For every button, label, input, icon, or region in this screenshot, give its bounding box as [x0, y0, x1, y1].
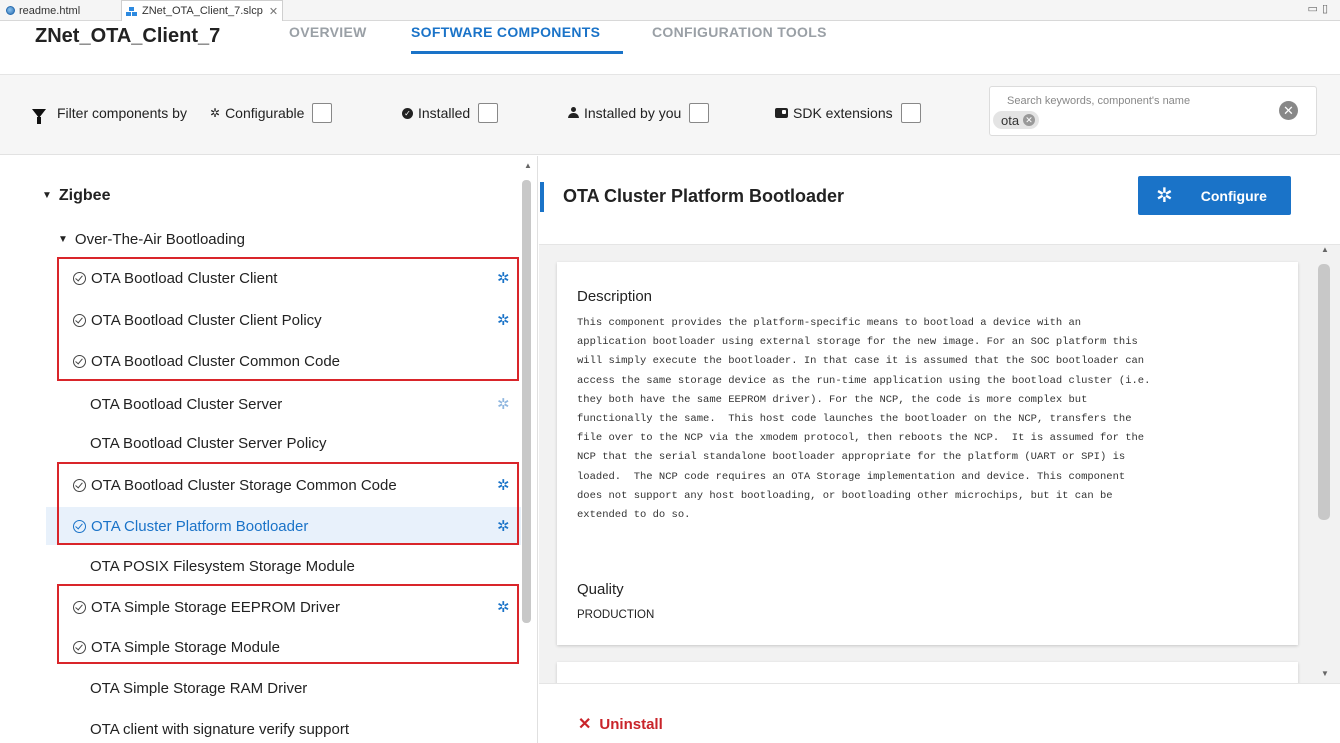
- extension-icon: [775, 108, 788, 118]
- editor-tab-readme[interactable]: readme.html: [2, 0, 84, 21]
- editor-tab-label: ZNet_OTA_Client_7.slcp: [142, 5, 263, 17]
- editor-tab-slcp[interactable]: ZNet_OTA_Client_7.slcp ✕: [121, 0, 284, 21]
- tab-overview[interactable]: OVERVIEW: [289, 24, 367, 40]
- highlight-box: [57, 462, 519, 545]
- scroll-up-icon[interactable]: ▲: [1321, 245, 1329, 254]
- scroll-up-icon[interactable]: ▲: [524, 161, 532, 170]
- active-tab-indicator: [411, 51, 623, 54]
- quality-heading: Quality: [577, 581, 624, 598]
- globe-icon: [6, 6, 15, 15]
- filter-label: Filter components by: [32, 104, 187, 124]
- search-placeholder: Search keywords, component's name: [1007, 95, 1191, 107]
- tab-software-components[interactable]: SOFTWARE COMPONENTS: [411, 24, 600, 40]
- filter-installed-by-you[interactable]: Installed by you: [568, 103, 710, 123]
- tree-category[interactable]: ▼ Zigbee: [42, 187, 110, 205]
- configure-button[interactable]: ✲ Configure: [1138, 176, 1291, 215]
- sdk-extensions-checkbox[interactable]: [900, 103, 921, 123]
- highlight-box: [57, 584, 519, 664]
- configurable-checkbox[interactable]: [312, 103, 333, 123]
- caret-down-icon: ▼: [42, 190, 52, 201]
- check-circle-icon: ✓: [402, 107, 413, 119]
- editor-tab-label: readme.html: [19, 4, 81, 17]
- list-item[interactable]: OTA client with signature verify support: [90, 719, 349, 739]
- tab-configuration-tools[interactable]: CONFIGURATION TOOLS: [652, 24, 827, 40]
- tree-scrollbar[interactable]: [522, 180, 531, 623]
- filter-configurable[interactable]: ✲ Configurable: [210, 103, 333, 123]
- quality-value: PRODUCTION: [577, 609, 655, 621]
- gear-icon: ✲: [1156, 185, 1173, 207]
- list-item[interactable]: OTA Simple Storage RAM Driver: [90, 678, 307, 698]
- installed-by-you-checkbox[interactable]: [689, 103, 710, 123]
- gear-icon[interactable]: ✲: [497, 397, 510, 412]
- description-heading: Description: [577, 288, 653, 305]
- close-tab-icon[interactable]: ✕: [269, 5, 278, 18]
- editor-tab-strip: readme.html ZNet_OTA_Client_7.slcp ✕ ▭▯: [0, 0, 1340, 21]
- person-icon: [568, 107, 579, 119]
- detail-footer: [539, 683, 1340, 743]
- page-title: ZNet_OTA_Client_7: [35, 25, 221, 47]
- filter-installed[interactable]: ✓ Installed: [402, 103, 499, 123]
- description-text: This component provides the platform-spe…: [577, 317, 1151, 522]
- window-controls[interactable]: ▭▯: [1308, 2, 1332, 15]
- filter-icon: [32, 108, 46, 124]
- uninstall-button[interactable]: ✕ Uninstall: [578, 714, 663, 734]
- scroll-down-icon[interactable]: ▼: [1321, 669, 1329, 678]
- list-item[interactable]: OTA Bootload Cluster Server: [90, 394, 282, 414]
- component-title: OTA Cluster Platform Bootloader: [563, 186, 845, 206]
- highlight-box: [57, 257, 519, 381]
- gear-icon: ✲: [210, 106, 221, 120]
- caret-down-icon: ▼: [58, 234, 68, 245]
- close-icon: ✕: [578, 716, 592, 733]
- installed-checkbox[interactable]: [478, 103, 499, 123]
- filter-sdk-extensions[interactable]: SDK extensions: [775, 103, 921, 123]
- list-item[interactable]: OTA Bootload Cluster Server Policy: [90, 433, 326, 453]
- remove-chip-icon[interactable]: ✕: [1023, 114, 1036, 126]
- search-chip[interactable]: ota ✕: [993, 111, 1040, 129]
- project-icon: [126, 6, 138, 16]
- title-accent-bar: [540, 182, 544, 212]
- search-input[interactable]: Search keywords, component's name: [989, 86, 1317, 136]
- clear-search-icon[interactable]: ✕: [1279, 101, 1298, 120]
- tree-subcategory[interactable]: ▼ Over-The-Air Bootloading: [58, 231, 245, 248]
- list-item[interactable]: OTA POSIX Filesystem Storage Module: [90, 556, 355, 576]
- detail-scrollbar[interactable]: [1318, 264, 1330, 520]
